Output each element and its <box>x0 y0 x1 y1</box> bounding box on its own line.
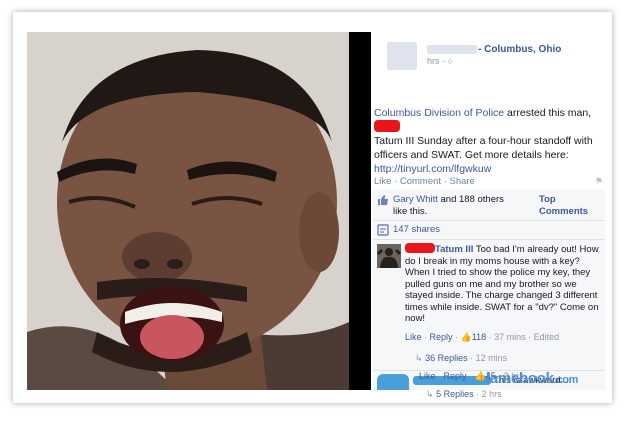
comment-like-count[interactable]: 118 <box>472 332 486 342</box>
shares-link[interactable]: 147 shares <box>393 224 440 236</box>
divider <box>373 220 605 221</box>
post-header: - Columbus, Ohio hrs · ○ <box>373 32 605 92</box>
comment-like-link[interactable]: Like <box>419 371 436 381</box>
commenter-avatar[interactable] <box>377 244 401 268</box>
comment-meta: Like · Reply · 👍118 · 37 mins · Edited <box>405 332 560 342</box>
post-card: - Columbus, Ohio hrs · ○ Columbus Divisi… <box>13 12 612 403</box>
reply-arrow-icon: ↳ <box>415 353 423 363</box>
post-url-link[interactable]: http://tinyurl.com/lfgwkuw <box>374 163 491 175</box>
liker-name-link[interactable]: Gary Whitt <box>393 194 438 205</box>
photo-border <box>349 32 371 390</box>
post-location[interactable]: - Columbus, Ohio <box>478 44 561 55</box>
redacted-name <box>374 120 400 132</box>
post-text-1: arrested this man, <box>504 107 592 119</box>
comment-reply-link[interactable]: Reply <box>444 371 467 381</box>
comment-timestamp: · 37 mins · Edited <box>486 332 560 342</box>
like-count-icon[interactable]: 👍 <box>475 371 486 381</box>
watermark-suffix: .com <box>553 374 579 386</box>
options-icon[interactable]: ⚑ <box>595 176 603 187</box>
page-avatar-blurred <box>387 42 417 70</box>
replies-time: · 2 hrs <box>473 389 502 399</box>
comment-text: Too bad I'm already out! How do I break … <box>405 244 599 324</box>
replies-row[interactable]: ↳ 5 Replies · 2 hrs <box>426 389 502 400</box>
replies-time: · 12 mins <box>467 353 508 363</box>
comment-reply-link[interactable]: Reply <box>430 332 453 342</box>
post-actions[interactable]: Like · Comment · Share <box>374 176 475 187</box>
watermark-brand: lamebook <box>486 370 554 387</box>
replies-row[interactable]: ↳ 36 Replies · 12 mins <box>415 353 507 364</box>
thumbs-up-icon <box>378 195 388 205</box>
view-replies-link[interactable]: 5 Replies <box>436 389 474 399</box>
top-comments-dropdown[interactable]: Top Comments <box>539 194 605 218</box>
commenter-name-link[interactable]: Tatum III <box>435 244 473 255</box>
commenter-avatar-blurred <box>377 374 409 390</box>
feedback-area: Gary Whitt and 188 others like this. Top… <box>373 190 605 390</box>
globe-icon: ○ <box>447 56 453 66</box>
comment-body: Tatum III Too bad I'm already out! How d… <box>405 243 603 325</box>
share-icon <box>377 224 389 236</box>
like-count-icon[interactable]: 👍 <box>461 332 472 342</box>
post-time[interactable]: hrs · ○ <box>427 56 453 66</box>
reply-arrow-icon: ↳ <box>426 389 434 399</box>
divider <box>373 239 605 240</box>
police-page-link[interactable]: Columbus Division of Police <box>374 107 504 119</box>
view-replies-link[interactable]: 36 Replies <box>425 353 468 363</box>
post-text-2: Tatum III Sunday after a four-hour stand… <box>374 135 593 161</box>
mugshot-photo <box>27 32 349 390</box>
comment-like-link[interactable]: Like <box>405 332 422 342</box>
lamebook-watermark: lamebook.com <box>486 370 578 387</box>
post-sidebar: - Columbus, Ohio hrs · ○ Columbus Divisi… <box>373 32 605 390</box>
post-body: Columbus Division of Police arrested thi… <box>374 106 602 176</box>
page-name-blurred <box>427 45 477 54</box>
redacted-commenter-name <box>405 243 435 253</box>
